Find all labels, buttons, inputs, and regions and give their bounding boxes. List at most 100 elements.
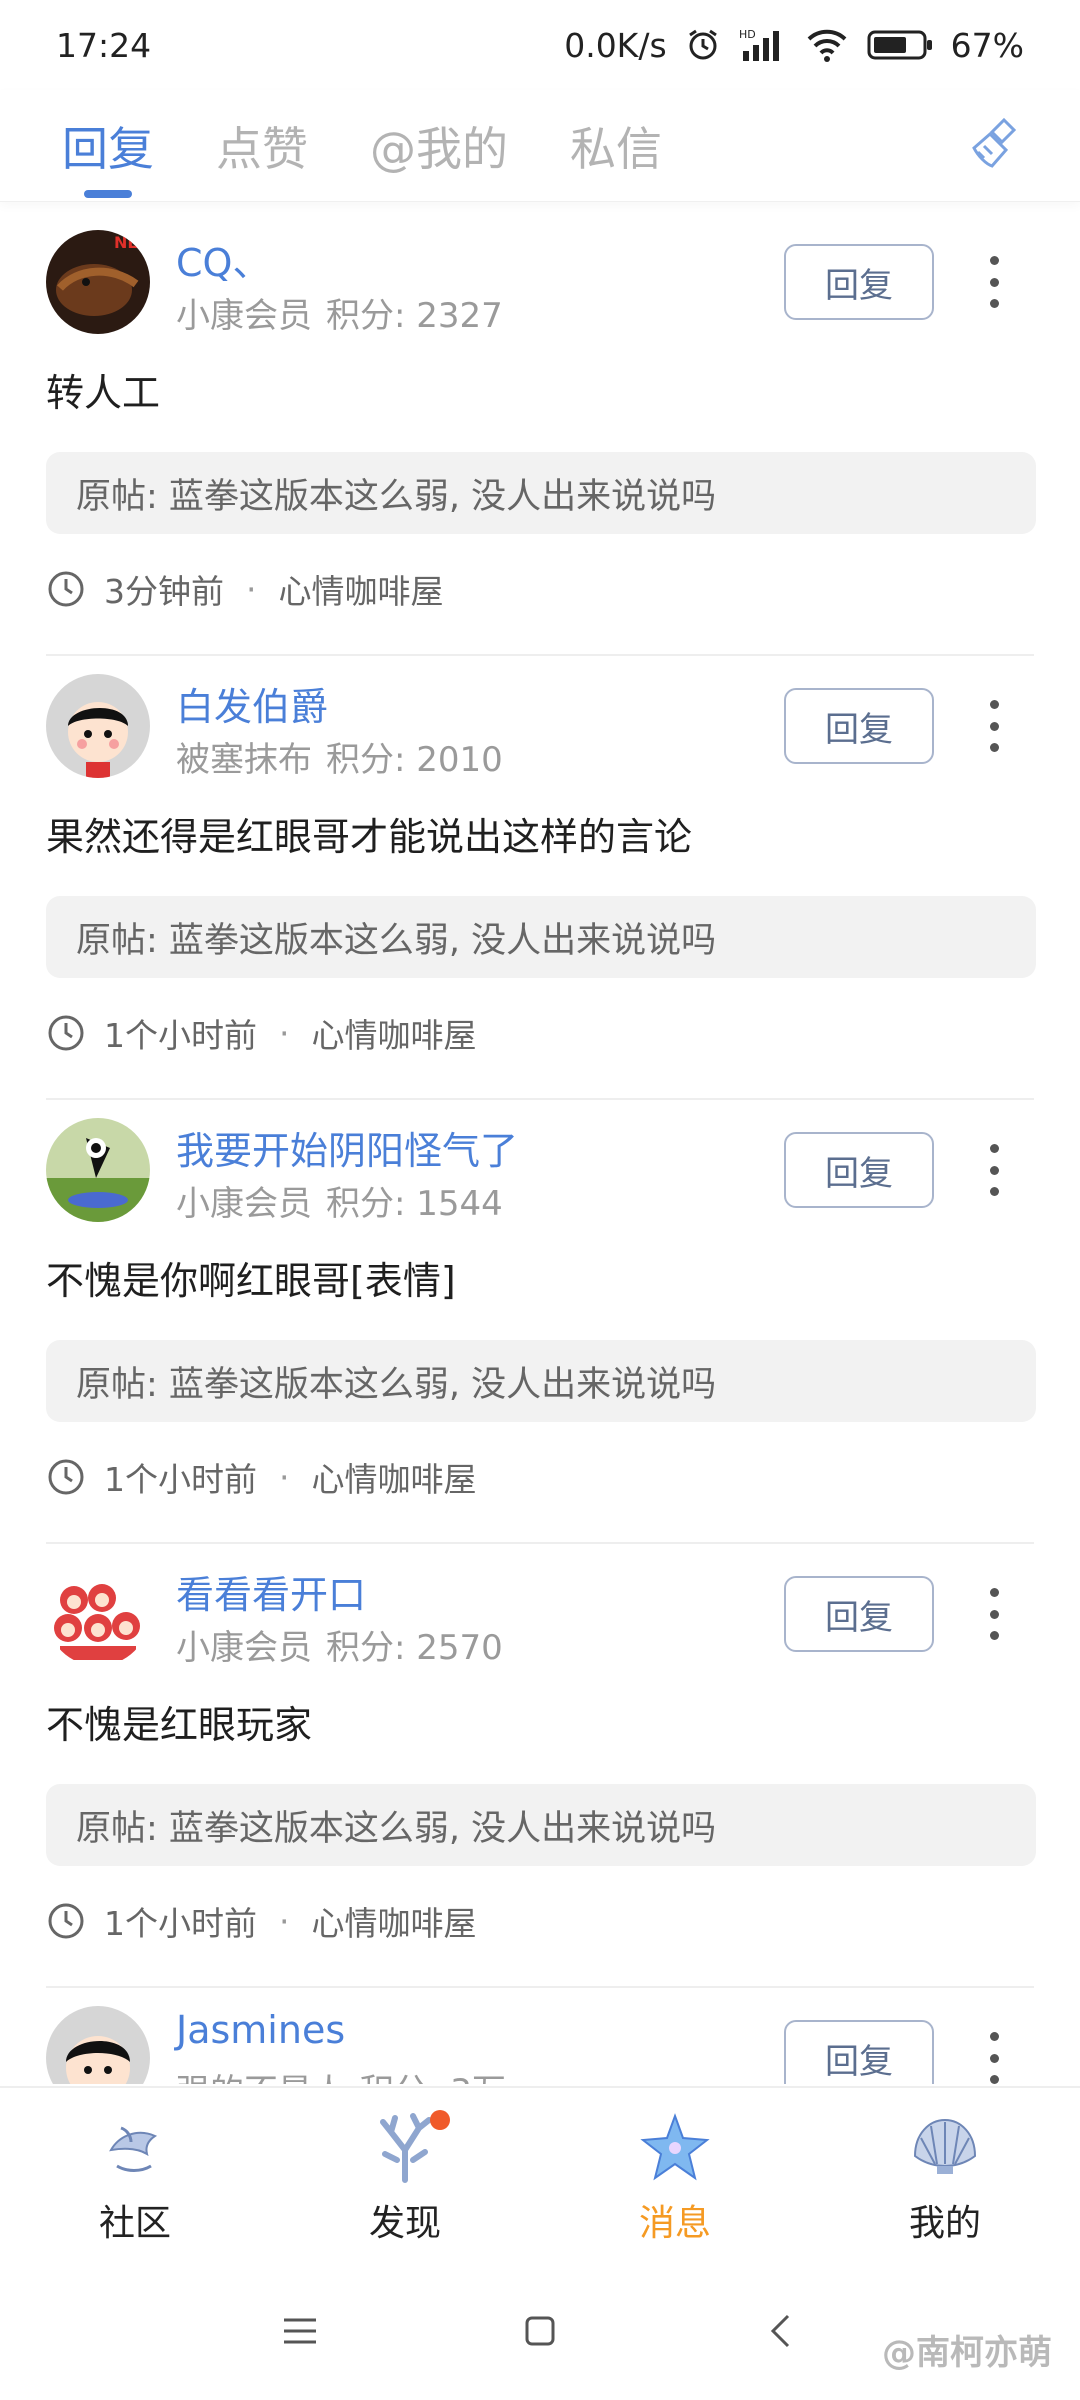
separator-dot: · — [279, 1901, 290, 1941]
reply-item[interactable]: Jasmines 强的不是人 积分: 3万 回复 — [46, 1988, 1034, 2084]
reply-button[interactable]: 回复 — [784, 1576, 934, 1652]
more-options-icon[interactable] — [980, 694, 1008, 758]
reply-item[interactable]: 我要开始阴阳怪气了 小康会员 积分: 1544 回复 不愧是你啊红眼哥[表情] 原… — [46, 1100, 1036, 1544]
community-icon — [109, 2126, 158, 2172]
home-square-icon[interactable] — [518, 2309, 562, 2353]
comment-text[interactable]: 不愧是你啊红眼哥[表情] — [46, 1250, 456, 1305]
back-chevron-icon[interactable] — [758, 2309, 802, 2353]
separator-dot: · — [279, 1013, 290, 1053]
more-options-icon[interactable] — [980, 1582, 1008, 1646]
username[interactable]: 白发伯爵 — [176, 676, 328, 731]
avatar-new-badge: NEW — [114, 233, 150, 252]
username[interactable]: CQ、 — [176, 232, 270, 287]
clock-icon — [48, 1459, 84, 1495]
user-level: 强的不是人 — [176, 2072, 346, 2084]
signal-icon: HD — [739, 27, 787, 63]
user-meta: 被塞抹布 积分: 2010 — [176, 732, 503, 781]
nav-discover[interactable]: 发现 — [270, 2088, 540, 2262]
user-score: 积分: 2010 — [326, 740, 503, 780]
tab-likes[interactable]: 点赞 — [216, 90, 308, 202]
notification-dot — [430, 2110, 450, 2130]
reply-time: 3分钟前 — [104, 572, 224, 611]
tab-private-messages[interactable]: 私信 — [570, 90, 662, 202]
network-type-label: HD — [739, 28, 756, 41]
item-footer: 3分钟前 · 心情咖啡屋 — [46, 564, 444, 614]
reply-time: 1个小时前 — [104, 1460, 257, 1499]
user-level: 小康会员 — [176, 1184, 312, 1224]
profile-shell-icon — [913, 2118, 977, 2174]
status-bar: 17:24 0.0K/s HD 67% — [0, 0, 1080, 90]
reply-button[interactable]: 回复 — [784, 244, 934, 320]
comment-text[interactable]: 不愧是红眼玩家 — [46, 1694, 312, 1749]
username[interactable]: 看看看开口 — [176, 1564, 366, 1619]
reply-button[interactable]: 回复 — [784, 688, 934, 764]
nav-messages[interactable]: 消息 — [540, 2088, 810, 2262]
avatar[interactable] — [46, 1562, 150, 1666]
comment-text[interactable]: 转人工 — [46, 362, 160, 417]
bottom-nav: 社区 发现 消息 我的 — [0, 2086, 1080, 2262]
separator-dot: · — [279, 1457, 290, 1497]
reply-item[interactable]: NEW CQ、 小康会员 积分: 2327 回复 转人工 原帖: 蓝拳这版本这么弱… — [46, 212, 1036, 656]
nav-community[interactable]: 社区 — [0, 2088, 270, 2262]
user-level: 小康会员 — [176, 1628, 312, 1668]
separator-dot: · — [246, 569, 257, 609]
reply-button[interactable]: 回复 — [784, 2020, 934, 2084]
wifi-icon — [805, 27, 849, 63]
messages-starfish-icon — [640, 2113, 710, 2181]
nav-messages-label: 消息 — [638, 2203, 711, 2244]
tab-reply[interactable]: 回复 — [62, 90, 154, 202]
reply-feed: NEW CQ、 小康会员 积分: 2327 回复 转人工 原帖: 蓝拳这版本这么弱… — [0, 212, 1080, 2084]
original-post-link[interactable]: 原帖: 蓝拳这版本这么弱, 没人出来说说吗 — [46, 1340, 1036, 1422]
item-footer: 1个小时前 · 心情咖啡屋 — [46, 1896, 477, 1946]
tab-mentions[interactable]: @我的 — [370, 90, 508, 202]
avatar[interactable] — [46, 1118, 150, 1222]
avatar[interactable] — [46, 674, 150, 778]
original-post-link[interactable]: 原帖: 蓝拳这版本这么弱, 没人出来说说吗 — [46, 896, 1036, 978]
nav-profile[interactable]: 我的 — [810, 2088, 1080, 2262]
battery-icon — [867, 29, 933, 61]
user-level: 被塞抹布 — [176, 740, 312, 780]
status-time: 17:24 — [56, 25, 152, 65]
user-meta: 强的不是人 积分: 3万 — [176, 2064, 506, 2084]
reply-button[interactable]: 回复 — [784, 1132, 934, 1208]
menu-icon[interactable] — [278, 2309, 322, 2353]
watermark: @南柯亦萌 — [882, 2333, 1052, 2373]
board-name[interactable]: 心情咖啡屋 — [312, 1453, 477, 1501]
board-name[interactable]: 心情咖啡屋 — [279, 565, 444, 613]
user-score: 积分: 2327 — [326, 296, 503, 336]
board-name[interactable]: 心情咖啡屋 — [312, 1009, 477, 1057]
item-footer: 1个小时前 · 心情咖啡屋 — [46, 1008, 477, 1058]
username[interactable]: 我要开始阴阳怪气了 — [176, 1120, 518, 1175]
more-options-icon[interactable] — [980, 1138, 1008, 1202]
clock-icon — [48, 1903, 84, 1939]
original-post-link[interactable]: 原帖: 蓝拳这版本这么弱, 没人出来说说吗 — [46, 452, 1036, 534]
status-right: 0.0K/s HD 67% — [564, 26, 1024, 65]
user-meta: 小康会员 积分: 2327 — [176, 288, 503, 337]
user-meta: 小康会员 积分: 2570 — [176, 1620, 503, 1669]
user-score: 积分: 2570 — [326, 1628, 503, 1668]
avatar[interactable]: NEW — [46, 230, 150, 334]
original-post-link[interactable]: 原帖: 蓝拳这版本这么弱, 没人出来说说吗 — [46, 1784, 1036, 1866]
nav-profile-label: 我的 — [908, 2203, 981, 2244]
clear-broom-icon[interactable] — [964, 112, 1028, 176]
user-level: 小康会员 — [176, 296, 312, 336]
more-options-icon[interactable] — [980, 2026, 1008, 2084]
avatar[interactable] — [46, 2006, 150, 2084]
alarm-icon — [685, 27, 721, 63]
net-speed: 0.0K/s — [564, 25, 667, 65]
clock-icon — [48, 1015, 84, 1051]
reply-time: 1个小时前 — [104, 1016, 257, 1055]
user-score: 积分: 3万 — [360, 2072, 506, 2084]
nav-discover-label: 发现 — [368, 2203, 441, 2244]
user-meta: 小康会员 积分: 1544 — [176, 1176, 503, 1225]
message-tabs: 回复 点赞 @我的 私信 — [0, 90, 1080, 202]
comment-text[interactable]: 果然还得是红眼哥才能说出这样的言论 — [46, 806, 692, 861]
board-name[interactable]: 心情咖啡屋 — [312, 1897, 477, 1945]
item-footer: 1个小时前 · 心情咖啡屋 — [46, 1452, 477, 1502]
reply-item[interactable]: 白发伯爵 被塞抹布 积分: 2010 回复 果然还得是红眼哥才能说出这样的言论 原… — [46, 656, 1036, 1100]
more-options-icon[interactable] — [980, 250, 1008, 314]
reply-item[interactable]: 看看看开口 小康会员 积分: 2570 回复 不愧是红眼玩家 原帖: 蓝拳这版本这… — [46, 1544, 1036, 1988]
username[interactable]: Jasmines — [176, 2008, 345, 2052]
nav-community-label: 社区 — [98, 2203, 171, 2244]
user-score: 积分: 1544 — [326, 1184, 503, 1224]
